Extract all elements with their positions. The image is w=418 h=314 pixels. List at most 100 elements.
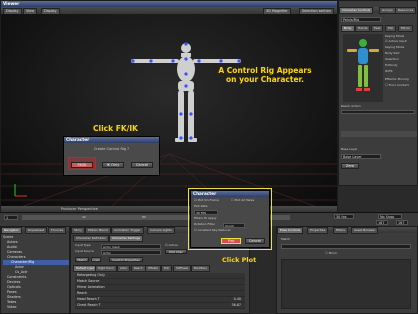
pose-list[interactable]	[281, 259, 411, 309]
effector-pinning-label: Effector Pinning	[385, 77, 409, 81]
match-button[interactable]: Match	[75, 257, 89, 262]
end-value-2[interactable]: 167	[396, 220, 408, 225]
fps-dropdown[interactable]: 30 fps	[334, 214, 354, 219]
snap-dropdown[interactable]: No Snap	[378, 214, 402, 219]
end-value-1[interactable]: 167	[376, 220, 388, 225]
body-schematic[interactable]	[343, 34, 383, 102]
tab-dopesheet[interactable]: Dopesheet	[25, 227, 48, 234]
annotation-line-2: on your Character.	[225, 75, 305, 84]
constant-key-checkbox[interactable]: ☑ Constant Key Reducer	[194, 228, 231, 233]
navigator-tabs: Navigator Dopesheet FCurves	[1, 227, 69, 234]
tab-pose-controls[interactable]: Pose Controls	[277, 227, 304, 234]
active-input-checkbox[interactable]: ☑ Active Input	[385, 39, 407, 44]
body-map-figure	[347, 39, 379, 91]
dialog-title: Character	[64, 137, 159, 143]
tab-animation-trigger[interactable]: Animation Trigger	[111, 227, 144, 234]
mirror-label: Mirror	[328, 251, 338, 255]
floor-contact-checkbox[interactable]: ☐ Floor Contact	[385, 83, 409, 88]
base-layer-label: Base Layer	[341, 147, 358, 151]
tick-1: 42	[82, 215, 86, 219]
plot-cancel-button[interactable]: Cancel	[245, 238, 265, 244]
row-label: Head Reach T	[77, 297, 100, 301]
pose-controls-panel: Pose Controls Properties Filters Asset B…	[276, 226, 418, 314]
plot-rate-label: Plot Rate	[194, 204, 208, 208]
settings-row[interactable]: Chest Reach T 36.67	[75, 303, 245, 309]
tab-properties[interactable]: Properties	[307, 227, 329, 234]
plot-rate-dropdown[interactable]: 30 FPS	[194, 210, 218, 215]
tab-fcurves[interactable]: FCurves	[48, 227, 67, 234]
annotation-fkik: Click FK/IK	[93, 124, 138, 133]
pose-field[interactable]	[281, 244, 411, 249]
tab-filters[interactable]: Filters	[333, 227, 348, 234]
ik-only-button[interactable]: IK Only	[102, 162, 124, 168]
subtab-reach[interactable]: Reach	[131, 265, 146, 272]
tab-camera-lights[interactable]: Camera Lights	[147, 227, 175, 234]
subtab-offsets[interactable]: Offsets	[145, 265, 161, 272]
right-tabs: Character Controls Groups Resources	[339, 7, 417, 14]
subtab-pull[interactable]: Pull	[161, 265, 172, 272]
row-label: Retargeting Only	[77, 273, 105, 277]
subtab-hands[interactable]: Hands	[355, 25, 371, 32]
plot-on-frame-label: Plot On Frame	[197, 198, 219, 202]
frame-field[interactable]: 1	[4, 215, 18, 220]
subtab-stiffness[interactable]: Stiffness	[173, 265, 191, 272]
row-label: Match Source	[77, 279, 100, 283]
tab-character-settings[interactable]: Character Settings	[109, 235, 144, 242]
subtab-feet[interactable]: Feet	[371, 25, 384, 32]
custom-properties-button[interactable]: Custom Properties	[109, 257, 143, 262]
active-checkbox[interactable]: ☑ Active	[165, 243, 178, 248]
annotation-line-1: A Control Rig Appears	[218, 66, 312, 75]
zero-button[interactable]: Zero	[341, 163, 359, 169]
tab-resources[interactable]: Resources	[395, 7, 417, 14]
subtab-body[interactable]: Body	[341, 25, 355, 32]
subtab-mirror[interactable]: Mirror	[398, 25, 413, 32]
fkik-button[interactable]: FK/IK	[71, 162, 93, 168]
tab-story[interactable]: Story	[71, 227, 85, 234]
load-button[interactable]: Load	[91, 257, 101, 262]
tab-character-controls[interactable]: Character Controls	[339, 7, 374, 14]
input-type-dropdown[interactable]: Actor Input	[101, 244, 161, 249]
subtab-pilo[interactable]: Pilo	[385, 25, 397, 32]
plot-button[interactable]: Plot	[221, 238, 241, 244]
row-value[interactable]: 36.67	[232, 303, 241, 308]
tab-asset-browser[interactable]: Asset Browser	[351, 227, 379, 234]
input-source-dropdown[interactable]: Actor	[101, 250, 161, 255]
base-layer-dropdown[interactable]: Base Layer	[341, 154, 381, 159]
plot-dialog-title: Character	[191, 191, 269, 197]
annotation-control-rig: A Control Rig Appears on your Character.	[205, 66, 325, 84]
constant-key-label: Constant Key Reducer	[197, 228, 231, 232]
viewer-window: Viewer Display View Display 3D Magnifier…	[0, 0, 338, 212]
subtab-modifiers[interactable]: Modifiers	[191, 265, 210, 272]
reach-slider[interactable]	[341, 110, 415, 114]
plot-all-takes-checkbox[interactable]: ☐ Plot All Takes	[231, 198, 254, 203]
cancel-button[interactable]: Cancel	[131, 162, 153, 168]
tab-navigator[interactable]: Navigator	[1, 227, 22, 234]
tab-character-definition[interactable]: Character Definition	[73, 235, 110, 242]
subtab-default-input[interactable]: Default Input	[73, 265, 98, 272]
animation-toolbar	[341, 131, 417, 137]
character-controls-panel: Character Controls Groups Resources Pelv…	[338, 0, 418, 186]
annotation-click-plot: Click Plot	[222, 256, 257, 264]
row-label: Mirror Animation	[77, 285, 105, 289]
create-control-rig-dialog: Character Create Control Rig ? FK/IK IK …	[63, 136, 160, 176]
viewport-3d[interactable]: A Control Rig Appears on your Character.…	[1, 14, 337, 207]
tree-video[interactable]: Video	[3, 305, 69, 310]
row-label: Chest Reach T	[77, 303, 101, 307]
floor-grid	[1, 153, 337, 207]
subtab-right-hand[interactable]: Right Hand	[95, 265, 117, 272]
tab-motion-blend[interactable]: Motion Blend	[85, 227, 111, 234]
row-value[interactable]: 0.40	[234, 297, 241, 302]
subtab-actor[interactable]: Actor	[117, 265, 131, 272]
input-source-label: Input Source	[75, 249, 95, 253]
active-label: Active	[168, 243, 178, 247]
active-input-label: Active Input	[388, 39, 407, 43]
tab-groups[interactable]: Groups	[379, 7, 396, 14]
mirror-checkbox[interactable]: ☐ Mirror	[325, 251, 338, 256]
viewer-menubar: Display View Display 3D Magnifier Select…	[1, 7, 337, 15]
plot-char-button[interactable]: Plot Char	[165, 249, 187, 254]
tick-2: 80	[142, 215, 146, 219]
plot-on-frame-checkbox[interactable]: ☑ Plot On Frame	[194, 198, 219, 203]
rotation-filter-dropdown[interactable]: Unroll	[223, 223, 245, 228]
row-label: Reach	[77, 291, 88, 295]
character-name-field[interactable]: Pelvis/Rig	[341, 17, 381, 22]
